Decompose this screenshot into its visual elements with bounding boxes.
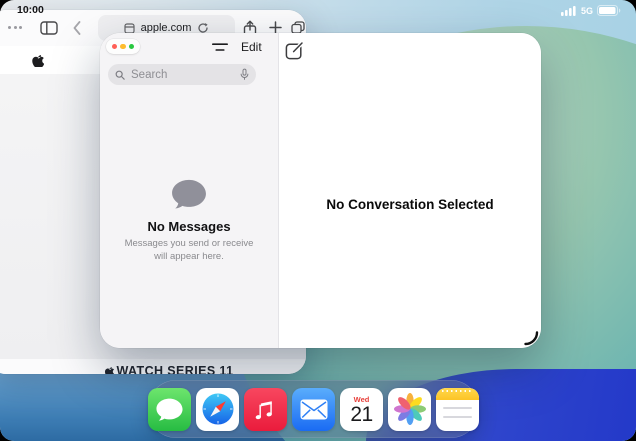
notes-line	[443, 416, 472, 418]
search-input[interactable]	[129, 68, 236, 82]
messages-sidebar: Edit No Messages Messages you send	[100, 33, 279, 348]
dictation-mic-icon[interactable]	[240, 68, 249, 81]
music-note-glyph	[252, 396, 279, 423]
hero-headline: WATCH SERIES 11	[117, 362, 234, 374]
search-bar[interactable]	[108, 64, 256, 85]
status-indicators: 5G	[561, 5, 621, 16]
status-time: 10:00	[17, 4, 44, 16]
dock-photos-icon[interactable]	[388, 388, 431, 431]
close-window-button[interactable]	[112, 44, 118, 50]
battery-icon	[597, 5, 621, 16]
dock-messages-icon[interactable]	[148, 388, 191, 431]
calendar-day: 21	[350, 404, 372, 425]
apple-logo-icon	[32, 54, 44, 67]
window-traffic-lights[interactable]	[106, 39, 140, 54]
fullscreen-window-button[interactable]	[129, 44, 135, 50]
minimize-window-button[interactable]	[120, 44, 126, 50]
search-icon	[115, 70, 125, 80]
chat-bubble-icon	[170, 178, 208, 210]
network-type-label: 5G	[581, 6, 593, 16]
page-icon	[124, 23, 135, 34]
sidebar-toggle-icon[interactable]	[40, 21, 58, 35]
dock-calendar-icon[interactable]: Wed 21	[340, 388, 383, 431]
window-resize-handle[interactable]	[523, 330, 539, 346]
compose-button[interactable]	[284, 39, 306, 61]
no-conversation-label: No Conversation Selected	[326, 197, 493, 212]
dock-music-icon[interactable]	[244, 388, 287, 431]
conversation-pane: No Conversation Selected	[279, 33, 541, 348]
dock: Wed 21	[148, 380, 479, 438]
dock-mail-icon[interactable]	[292, 388, 335, 431]
filter-icon[interactable]	[212, 43, 228, 52]
apple-hero-section: WATCH SERIES 11	[0, 359, 306, 374]
safari-compass-glyph	[201, 392, 235, 426]
window-controls-menu-button[interactable]	[8, 26, 22, 29]
calendar-weekday: Wed	[354, 396, 370, 404]
cellular-signal-icon	[561, 6, 577, 16]
messages-window[interactable]: Edit No Messages Messages you send	[100, 33, 541, 348]
empty-state-subtitle: Messages you send or receive will appear…	[118, 238, 260, 263]
dock-notes-icon[interactable]	[436, 388, 479, 431]
notes-line	[443, 407, 472, 409]
notes-yellow-band	[436, 388, 479, 400]
apple-logo-icon	[105, 366, 114, 374]
back-button-icon[interactable]	[73, 21, 81, 35]
photos-pinwheel-glyph	[393, 392, 427, 426]
messages-bubble-glyph	[155, 396, 184, 423]
mail-envelope-glyph	[300, 399, 328, 420]
no-messages-empty-state: No Messages Messages you send or receive…	[100, 93, 278, 348]
empty-state-title: No Messages	[147, 219, 230, 234]
edit-button[interactable]: Edit	[241, 40, 262, 54]
dock-safari-icon[interactable]	[196, 388, 239, 431]
ipad-screen: 10:00 5G	[0, 0, 636, 441]
